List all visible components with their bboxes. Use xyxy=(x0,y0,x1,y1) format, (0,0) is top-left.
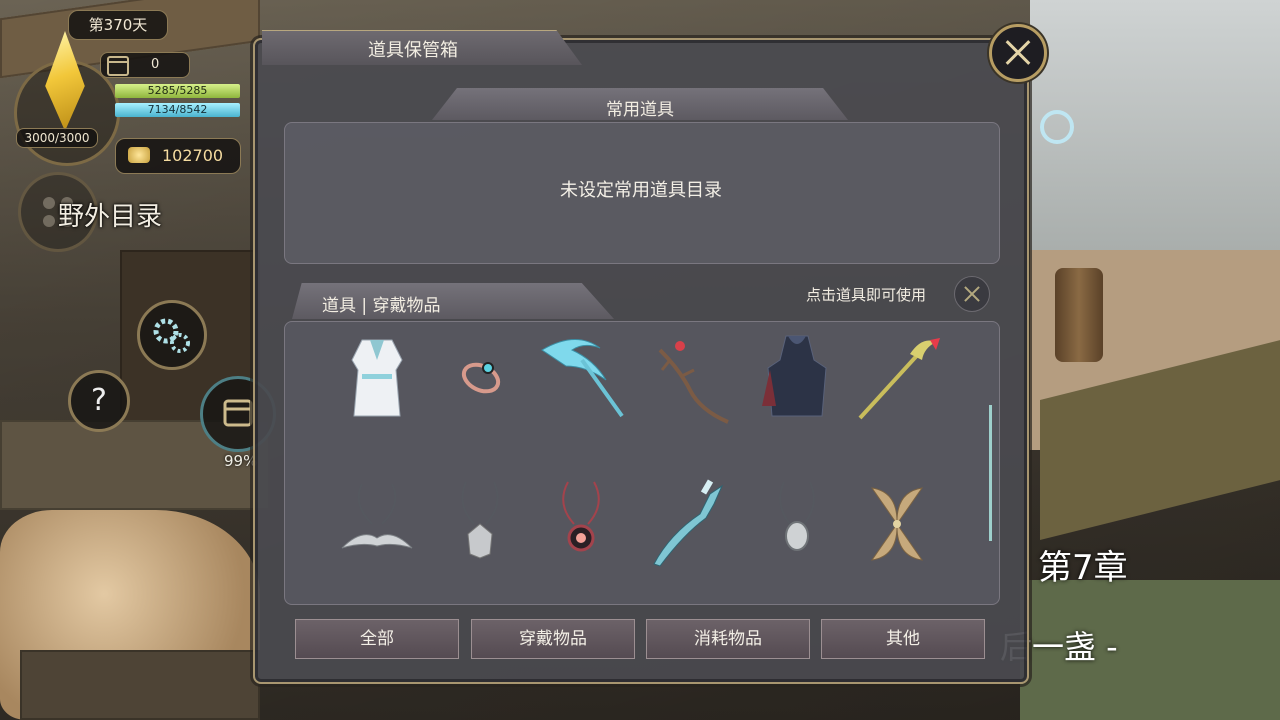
item-slot[interactable] xyxy=(332,330,422,430)
branch-staff-icon xyxy=(658,341,729,424)
item-grid-scrollbar[interactable] xyxy=(989,405,992,541)
quick-items-label: 常用道具 xyxy=(606,100,674,120)
item-slot[interactable] xyxy=(536,474,626,574)
golden-staff-icon xyxy=(858,338,940,420)
gold-display: 102700 xyxy=(115,138,241,174)
filter-other-button[interactable]: 其他 xyxy=(821,619,985,659)
item-slot[interactable] xyxy=(852,474,942,574)
calendar-counter-value: 0 xyxy=(151,57,160,72)
hint-close-button[interactable] xyxy=(954,276,990,312)
field-menu-label[interactable]: 野外目录 xyxy=(58,196,162,233)
day-counter: 第370天 xyxy=(68,10,168,40)
item-slot[interactable] xyxy=(752,474,842,574)
red-pendant-icon xyxy=(562,481,600,552)
ring-icon xyxy=(461,362,501,394)
settings-button[interactable] xyxy=(137,300,207,370)
item-slot[interactable] xyxy=(436,330,526,430)
help-button[interactable]: ? xyxy=(68,370,130,432)
ice-blade-icon xyxy=(653,479,724,567)
chapter-title: 第7章 xyxy=(1038,548,1128,588)
close-button[interactable] xyxy=(989,24,1047,82)
usage-hint: 点击道具即可使用 xyxy=(806,286,927,304)
item-slot[interactable] xyxy=(852,330,942,430)
leaf-emblem-icon xyxy=(870,487,924,561)
gold-amount: 102700 xyxy=(162,146,224,165)
filter-consumables-button[interactable]: 消耗物品 xyxy=(646,619,810,659)
mp-bar: 7134/8542 xyxy=(115,103,240,117)
hp-bar: 5285/5285 xyxy=(115,84,240,98)
silver-pendant-icon xyxy=(461,481,499,559)
oval-pendant-icon xyxy=(779,481,815,551)
calendar-counter: 0 xyxy=(100,52,190,78)
items-tab-label: 道具 | 穿戴物品 xyxy=(322,296,441,316)
item-slot[interactable] xyxy=(752,330,842,430)
window-title: 道具保管箱 xyxy=(368,40,458,61)
item-slot[interactable] xyxy=(436,474,526,574)
filter-equipment-button[interactable]: 穿戴物品 xyxy=(471,619,635,659)
target-marker-icon[interactable] xyxy=(1040,110,1074,144)
gear-icon xyxy=(153,318,190,353)
question-icon: ? xyxy=(91,383,107,418)
dark-armor-icon xyxy=(762,335,827,417)
quick-items-empty-text: 未设定常用道具目录 xyxy=(560,180,722,201)
gold-coin-icon xyxy=(128,147,150,163)
filter-all-button[interactable]: 全部 xyxy=(295,619,459,659)
calendar-icon xyxy=(107,56,129,76)
item-slot[interactable] xyxy=(332,474,422,574)
item-slot[interactable] xyxy=(640,474,730,574)
crystal-capacity: 3000/3000 xyxy=(16,128,98,148)
white-robe-icon xyxy=(351,339,403,417)
item-slot[interactable] xyxy=(536,330,626,430)
item-slot[interactable] xyxy=(640,330,730,430)
wing-necklace-icon xyxy=(341,483,413,549)
ice-scythe-icon xyxy=(541,339,624,418)
